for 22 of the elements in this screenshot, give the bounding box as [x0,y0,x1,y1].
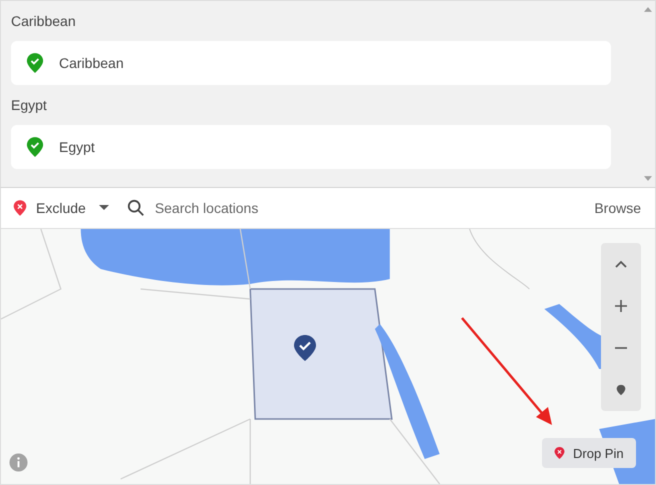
scroll-up-icon[interactable] [644,7,652,12]
drop-pin-button[interactable]: Drop Pin [542,438,636,468]
scroll-down-icon[interactable] [644,176,652,181]
exclude-pin-icon [554,446,565,460]
info-icon[interactable] [9,453,28,472]
location-name: Egypt [59,139,95,155]
pin-icon [615,384,627,396]
mode-dropdown[interactable]: Exclude [13,199,109,217]
location-name: Caribbean [59,55,124,71]
exclude-pin-icon [13,199,27,217]
location-card[interactable]: Caribbean [11,41,611,85]
browse-link[interactable]: Browse [594,200,641,216]
caret-icon [98,205,109,211]
search-icon [126,199,145,217]
location-card[interactable]: Egypt [11,125,611,169]
check-pin-icon [26,136,44,158]
plus-icon [615,300,627,312]
group-heading: Caribbean [11,13,76,29]
check-pin-icon [26,52,44,74]
chevron-up-icon [615,258,627,270]
group-heading: Egypt [11,97,47,113]
check-pin-icon [293,334,317,362]
